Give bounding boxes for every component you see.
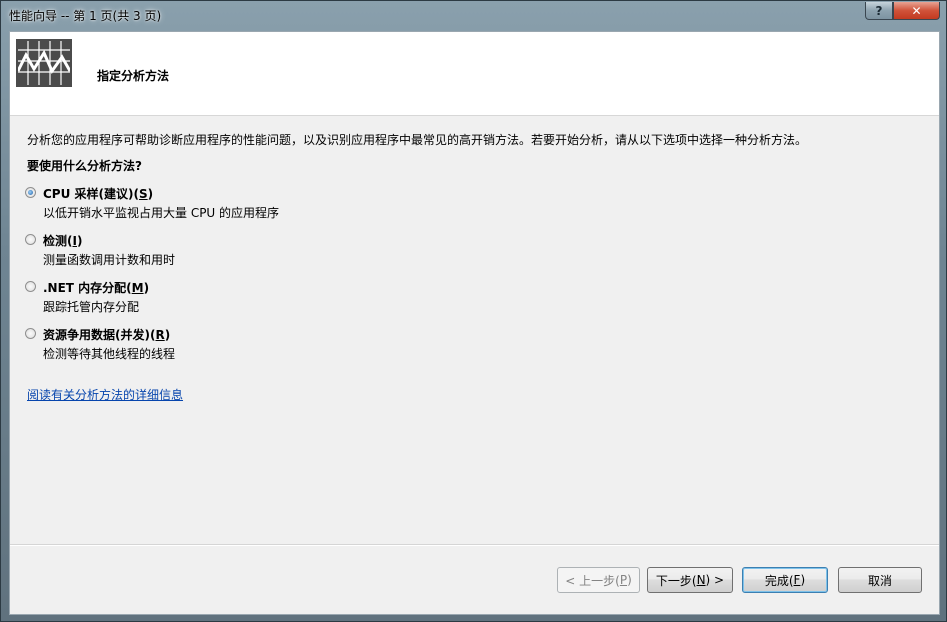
option-memory-allocation[interactable]: .NET 内存分配(M) 跟踪托管内存分配 bbox=[25, 279, 525, 319]
finish-button[interactable]: 完成(F) bbox=[742, 567, 828, 593]
cancel-button[interactable]: 取消 bbox=[838, 567, 922, 593]
option-cpu-sampling[interactable]: CPU 采样(建议)(S) 以低开销水平监视占用大量 CPU 的应用程序 bbox=[25, 185, 525, 225]
close-button[interactable]: ✕ bbox=[893, 2, 940, 20]
page-title: 指定分析方法 bbox=[97, 69, 170, 83]
wizard-window: 性能向导 -- 第 1 页(共 3 页) ? ✕ 指定分析方法 分析您的应用程序… bbox=[0, 0, 947, 622]
title-bar[interactable]: 性能向导 -- 第 1 页(共 3 页) ? ✕ bbox=[1, 1, 946, 30]
option-label: 资源争用数据(并发)(R) bbox=[43, 328, 171, 342]
window-title: 性能向导 -- 第 1 页(共 3 页) bbox=[9, 9, 162, 23]
option-description: 以低开销水平监视占用大量 CPU 的应用程序 bbox=[43, 206, 280, 220]
option-description: 检测等待其他线程的线程 bbox=[43, 347, 176, 361]
option-resource-contention[interactable]: 资源争用数据(并发)(R) 检测等待其他线程的线程 bbox=[25, 326, 525, 366]
description-text: 分析您的应用程序可帮助诊断应用程序的性能问题，以及识别应用程序中最常见的高开销方… bbox=[27, 133, 808, 147]
performance-chart-icon bbox=[16, 39, 72, 87]
footer-divider bbox=[10, 544, 939, 546]
wizard-header: 指定分析方法 bbox=[10, 32, 939, 116]
help-button[interactable]: ? bbox=[865, 2, 893, 20]
radio-instrumentation[interactable] bbox=[25, 234, 36, 245]
previous-button[interactable]: < 上一步(P) bbox=[557, 567, 640, 593]
learn-more-link[interactable]: 阅读有关分析方法的详细信息 bbox=[27, 386, 183, 403]
option-label: 检测(I) bbox=[43, 234, 83, 248]
option-instrumentation[interactable]: 检测(I) 测量函数调用计数和用时 bbox=[25, 232, 525, 272]
radio-memory-allocation[interactable] bbox=[25, 281, 36, 292]
option-description: 测量函数调用计数和用时 bbox=[43, 253, 176, 267]
radio-resource-contention[interactable] bbox=[25, 328, 36, 339]
wizard-body: 指定分析方法 分析您的应用程序可帮助诊断应用程序的性能问题，以及识别应用程序中最… bbox=[9, 31, 940, 615]
close-icon: ✕ bbox=[911, 3, 922, 18]
radio-cpu-sampling[interactable] bbox=[25, 187, 36, 198]
option-description: 跟踪托管内存分配 bbox=[43, 300, 140, 314]
next-button[interactable]: 下一步(N) > bbox=[647, 567, 733, 593]
option-label: CPU 采样(建议)(S) bbox=[43, 187, 154, 201]
option-label: .NET 内存分配(M) bbox=[43, 281, 150, 295]
question-label: 要使用什么分析方法? bbox=[27, 159, 142, 173]
